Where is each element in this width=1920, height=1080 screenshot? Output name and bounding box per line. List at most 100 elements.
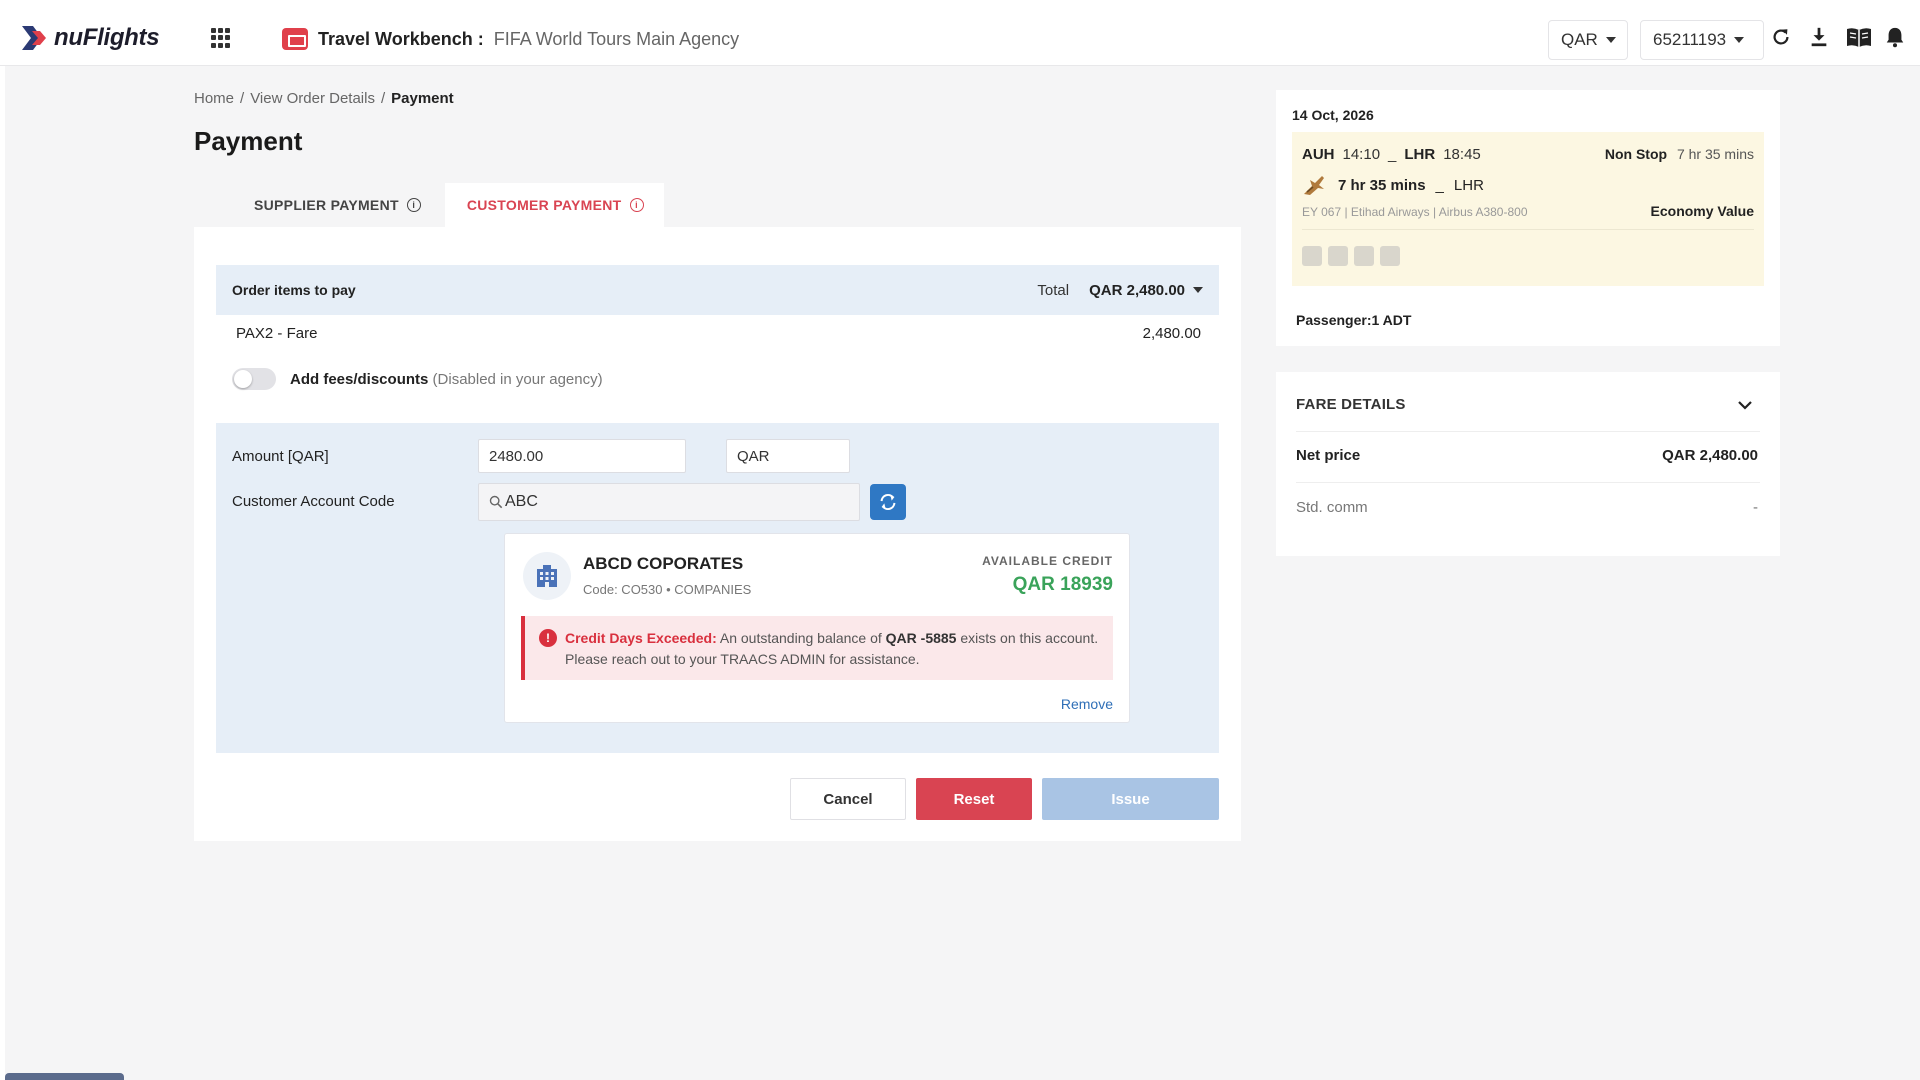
- error-icon: !: [539, 629, 557, 647]
- fees-discounts-toggle[interactable]: [232, 368, 276, 390]
- available-credit-label: AVAILABLE CREDIT: [982, 554, 1113, 568]
- tab-customer-payment[interactable]: CUSTOMER PAYMENT i: [444, 183, 664, 227]
- departure-time: 14:10: [1342, 146, 1381, 163]
- destination-code: LHR: [1404, 146, 1436, 163]
- available-credit-value: QAR 18939: [1012, 574, 1113, 595]
- flight-route: AUH 14:10 _ LHR 18:45: [1302, 146, 1481, 163]
- cancel-button[interactable]: Cancel: [790, 778, 906, 820]
- breadcrumb-current: Payment: [391, 90, 454, 107]
- payment-form-panel: Amount [QAR] 2480.00 QAR Customer Accoun…: [216, 423, 1219, 753]
- amount-value: 2480.00: [489, 447, 544, 465]
- fees-discounts-note: (Disabled in your agency): [432, 370, 603, 388]
- workbench-title: Travel Workbench :: [318, 28, 484, 49]
- net-price-row: Net price QAR 2,480.00: [1296, 447, 1758, 464]
- route-dash: _: [1388, 146, 1397, 163]
- airline-logo-icon: [1304, 176, 1324, 195]
- account-value: 65211193: [1653, 30, 1727, 49]
- customer-account-card: ABCD COPORATES Code: CO530 • COMPANIES A…: [504, 533, 1130, 723]
- customer-code: Code: CO530 • COMPANIES: [583, 582, 752, 597]
- currency-dropdown[interactable]: QAR: [1548, 20, 1628, 60]
- passenger-count: Passenger:1 ADT: [1296, 312, 1412, 328]
- amount-input[interactable]: 2480.00: [478, 439, 686, 473]
- workbench-icon: [282, 28, 308, 50]
- refresh-account-button[interactable]: [870, 484, 906, 520]
- order-items-title: Order items to pay: [232, 282, 356, 298]
- breadcrumb: Home / View Order Details / Payment: [194, 90, 454, 107]
- total-value: QAR 2,480.00: [1089, 281, 1185, 299]
- std-comm-label: Std. comm: [1296, 499, 1368, 516]
- info-icon[interactable]: i: [629, 198, 644, 212]
- bottom-tab-handle[interactable]: [5, 1073, 124, 1080]
- sync-icon: [880, 493, 896, 511]
- std-comm-row: Std. comm -: [1296, 499, 1758, 516]
- divider: [1302, 229, 1754, 230]
- tab-label: CUSTOMER PAYMENT: [466, 197, 622, 213]
- fees-discounts-row: Add fees/discounts (Disabled in your age…: [232, 368, 603, 390]
- bell-icon[interactable]: [1884, 26, 1908, 50]
- customer-account-search[interactable]: ABC: [478, 483, 860, 521]
- info-icon[interactable]: i: [406, 198, 421, 212]
- page-title: Payment: [194, 126, 303, 156]
- alert-text-pre: An outstanding balance of: [719, 630, 882, 646]
- brand-logo[interactable]: nuFlights: [20, 20, 160, 56]
- flight-duration-row: 7 hr 35 mins _ LHR: [1302, 174, 1484, 196]
- breadcrumb-separator: /: [380, 90, 386, 107]
- flight-segment: AUH 14:10 _ LHR 18:45 Non Stop 7 hr 35 m…: [1292, 132, 1764, 286]
- alert-title: Credit Days Exceeded:: [565, 630, 717, 646]
- account-dropdown[interactable]: 65211193: [1640, 20, 1764, 60]
- customer-payment-card: Order items to pay Total QAR 2,480.00 PA…: [194, 227, 1241, 841]
- search-icon: [489, 495, 503, 509]
- net-price-label: Net price: [1296, 447, 1361, 464]
- order-item-label: PAX2 - Fare: [236, 324, 318, 342]
- issue-button[interactable]: Issue: [1042, 778, 1219, 820]
- currency-input-value: QAR: [737, 447, 770, 465]
- total-value-toggle[interactable]: QAR 2,480.00: [1089, 282, 1203, 299]
- chevron-down-icon[interactable]: [1736, 396, 1754, 414]
- logo-mark-icon: [22, 26, 46, 50]
- apps-grid-icon[interactable]: [211, 28, 231, 48]
- order-item-amount: 2,480.00: [1142, 324, 1201, 342]
- amount-label: Amount [QAR]: [232, 448, 329, 465]
- total-label: Total: [1037, 281, 1070, 299]
- currency-value: QAR: [1561, 30, 1598, 49]
- fare-details-title: FARE DETAILS: [1296, 396, 1406, 413]
- fare-details-card: FARE DETAILS Net price QAR 2,480.00 Std.…: [1276, 372, 1780, 556]
- divider: [1296, 431, 1760, 432]
- building-icon: [523, 552, 571, 600]
- destination-short: LHR: [1453, 176, 1484, 194]
- amenities: [1302, 246, 1400, 266]
- duration-value: 7 hr 35 mins: [1338, 176, 1426, 194]
- workbench-agency: FIFA World Tours Main Agency: [493, 28, 740, 49]
- top-bar: nuFlights Travel Workbench : FIFA World …: [0, 0, 1920, 66]
- chevron-down-icon: [1193, 287, 1203, 293]
- download-icon[interactable]: [1808, 26, 1832, 50]
- origin-code: AUH: [1302, 146, 1335, 163]
- chevron-down-icon: [1605, 37, 1616, 43]
- order-item-row: PAX2 - Fare 2,480.00: [216, 315, 1219, 351]
- refresh-icon[interactable]: [1770, 26, 1794, 50]
- route-dash: _: [1435, 176, 1444, 194]
- power-icon: [1328, 246, 1348, 266]
- flight-details: EY 067 | Etihad Airways | Airbus A380-80…: [1302, 205, 1528, 219]
- breadcrumb-home[interactable]: Home: [194, 90, 234, 107]
- flight-stops: Non Stop 7 hr 35 mins: [1605, 146, 1754, 162]
- remove-account-link[interactable]: Remove: [1061, 696, 1113, 712]
- tab-label: SUPPLIER PAYMENT: [254, 197, 399, 213]
- workbench-header: Travel Workbench : FIFA World Tours Main…: [282, 28, 739, 50]
- currency-input[interactable]: QAR: [726, 439, 850, 473]
- cabin-class: Economy Value: [1650, 203, 1754, 219]
- payment-tabs: SUPPLIER PAYMENT i CUSTOMER PAYMENT i: [194, 183, 664, 227]
- breadcrumb-order[interactable]: View Order Details: [250, 90, 375, 107]
- net-price-value: QAR 2,480.00: [1662, 447, 1758, 464]
- reset-button[interactable]: Reset: [916, 778, 1032, 820]
- fees-discounts-label: Add fees/discounts: [290, 370, 429, 388]
- customer-account-label: Customer Account Code: [232, 493, 395, 510]
- book-icon[interactable]: [1846, 26, 1871, 50]
- chevron-down-icon: [1734, 37, 1745, 43]
- credit-alert: ! Credit Days Exceeded: An outstanding b…: [521, 616, 1113, 680]
- customer-name: ABCD COPORATES: [583, 554, 744, 573]
- breadcrumb-separator: /: [240, 90, 245, 107]
- order-items-header: Order items to pay Total QAR 2,480.00: [216, 265, 1219, 315]
- tab-supplier-payment[interactable]: SUPPLIER PAYMENT i: [194, 183, 445, 227]
- divider: [1296, 482, 1760, 483]
